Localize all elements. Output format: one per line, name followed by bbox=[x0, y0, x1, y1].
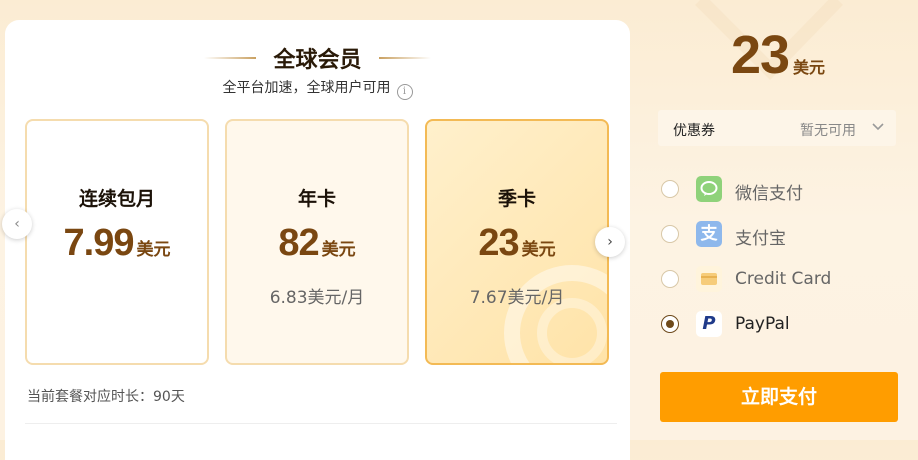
alipay-icon: 支 bbox=[696, 221, 722, 247]
plan-monthly-price: 6.83美元/月 bbox=[269, 288, 365, 308]
info-icon[interactable]: i bbox=[396, 84, 413, 100]
title-ornament-right bbox=[378, 57, 431, 59]
membership-title: 全球会员 bbox=[273, 48, 362, 73]
plan-watermark-decoration bbox=[504, 265, 607, 363]
plan-price-amount: 23 bbox=[478, 222, 519, 264]
membership-panel: 全球会员 全平台加速，全球用户可用 i 连续包月 7.99 美元 年卡 82 美元 6… bbox=[5, 20, 630, 460]
total-price-amount: 23 bbox=[730, 25, 790, 85]
membership-title-row: 全球会员 bbox=[5, 42, 630, 74]
plan-name: 季卡 bbox=[497, 188, 536, 210]
total-price: 23 美元 bbox=[658, 24, 898, 86]
payment-option-alipay[interactable]: 支 支付宝 bbox=[658, 218, 896, 250]
membership-subtitle: 全平台加速，全球用户可用 bbox=[222, 80, 391, 96]
radio-button[interactable] bbox=[661, 270, 679, 288]
payment-option-wechat[interactable]: 微信支付 bbox=[658, 173, 896, 205]
divider bbox=[25, 423, 617, 424]
payment-option-credit-card[interactable]: Credit Card bbox=[658, 263, 896, 295]
chevron-left-icon: ‹ bbox=[14, 216, 20, 232]
plan-name: 年卡 bbox=[297, 188, 336, 210]
plan-name: 连续包月 bbox=[78, 188, 155, 210]
plan-price-unit: 美元 bbox=[321, 240, 356, 260]
plan-price: 7.99 美元 bbox=[27, 222, 207, 265]
plan-price-amount: 82 bbox=[278, 222, 319, 264]
plan-monthly-price: 7.67美元/月 bbox=[469, 288, 565, 308]
paypal-icon: P bbox=[696, 311, 722, 337]
title-ornament-left bbox=[204, 57, 257, 59]
coupon-value: 暂无可用 bbox=[800, 123, 856, 139]
carousel-prev-button[interactable]: ‹ bbox=[2, 209, 32, 239]
radio-button-selected[interactable] bbox=[661, 315, 679, 333]
plan-price: 82 美元 bbox=[227, 222, 407, 265]
payment-option-label: Credit Card bbox=[735, 269, 832, 289]
total-price-unit: 美元 bbox=[793, 58, 826, 77]
plan-card-yearly[interactable]: 年卡 82 美元 6.83美元/月 bbox=[225, 119, 409, 365]
carousel-next-button[interactable]: › bbox=[595, 227, 625, 257]
plan-price-amount: 7.99 bbox=[63, 222, 135, 264]
checkout-panel: 23 美元 优惠券 暂无可用 微信支付 支 支付宝 Credit Card P … bbox=[658, 0, 898, 440]
chevron-down-icon bbox=[872, 123, 884, 131]
plan-price-unit: 美元 bbox=[521, 240, 556, 260]
plan-card-quarterly-selected[interactable]: 季卡 23 美元 7.67美元/月 bbox=[425, 119, 609, 365]
membership-subtitle-row: 全平台加速，全球用户可用 i bbox=[5, 77, 630, 100]
payment-option-label: PayPal bbox=[735, 314, 790, 334]
plan-price-unit: 美元 bbox=[136, 240, 171, 260]
coupon-select[interactable]: 优惠券 暂无可用 bbox=[658, 110, 896, 146]
plan-duration-text: 当前套餐对应时长：90天 bbox=[27, 389, 185, 405]
radio-button[interactable] bbox=[661, 180, 679, 198]
coupon-label: 优惠券 bbox=[673, 123, 715, 139]
payment-option-label: 微信支付 bbox=[735, 184, 803, 204]
payment-option-paypal[interactable]: P PayPal bbox=[658, 308, 896, 340]
payment-option-label: 支付宝 bbox=[735, 229, 786, 249]
pay-now-button[interactable]: 立即支付 bbox=[660, 372, 898, 422]
credit-card-icon bbox=[696, 266, 722, 292]
wechat-pay-icon bbox=[696, 176, 722, 202]
plan-price: 23 美元 bbox=[427, 222, 607, 265]
radio-button[interactable] bbox=[661, 225, 679, 243]
plan-card-monthly[interactable]: 连续包月 7.99 美元 bbox=[25, 119, 209, 365]
chevron-right-icon: › bbox=[607, 234, 613, 250]
